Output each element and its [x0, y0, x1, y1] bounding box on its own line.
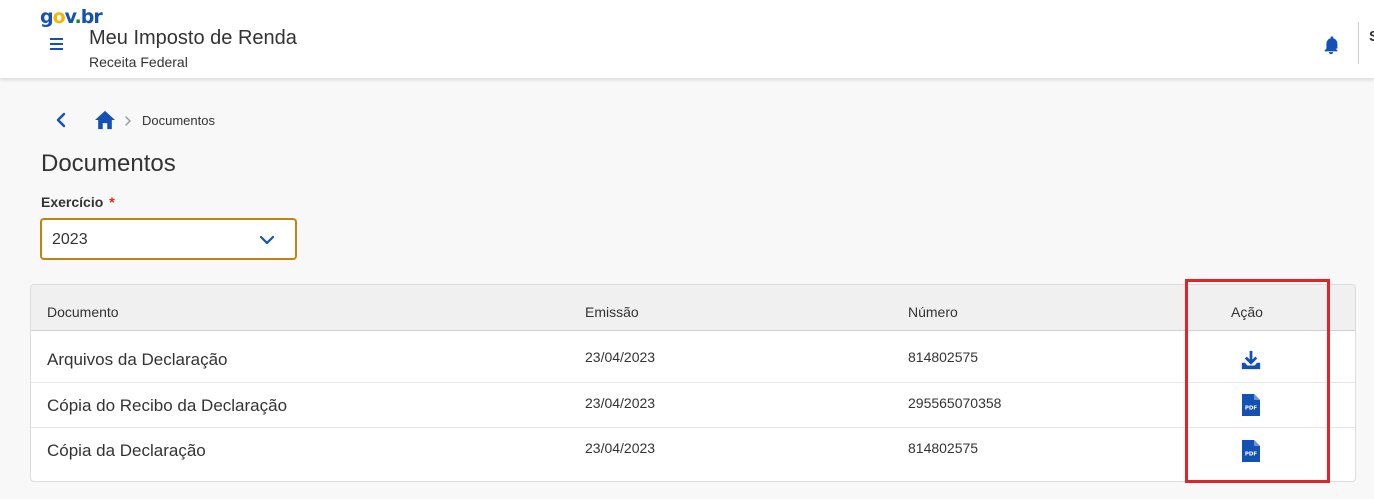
documents-table: Documento Emissão Número Ação Arquivos d… — [30, 284, 1356, 482]
logo-letters-br: br — [80, 6, 103, 28]
svg-text:PDF: PDF — [1245, 406, 1258, 412]
cell-emissao: 23/04/2023 — [585, 349, 656, 365]
govbr-logo[interactable]: gov.br — [40, 6, 103, 28]
page-title: Documentos — [41, 150, 176, 177]
cell-documento: Arquivos da Declaração — [47, 350, 228, 369]
cell-emissao: 23/04/2023 — [585, 440, 656, 456]
logo-letter-o: o — [52, 6, 66, 28]
table-row: Cópia do Recibo da Declaração 23/04/2023… — [31, 383, 1355, 428]
chevron-down-icon — [259, 232, 275, 248]
logo-letter-g: g — [40, 6, 54, 28]
cell-documento: Cópia da Declaração — [47, 441, 206, 460]
exercicio-select-value: 2023 — [52, 231, 88, 248]
download-icon[interactable] — [1239, 348, 1263, 372]
header-emissao: Emissão — [585, 304, 639, 320]
hamburger-menu-icon[interactable] — [47, 34, 67, 54]
app-title: Meu Imposto de Renda — [89, 27, 297, 49]
header-documento: Documento — [47, 304, 119, 320]
app-subtitle: Receita Federal — [89, 54, 188, 70]
chevron-left-icon[interactable] — [50, 109, 72, 131]
pdf-icon[interactable]: PDF — [1239, 393, 1263, 417]
header-divider — [1358, 22, 1359, 64]
header-acao: Ação — [1231, 304, 1263, 320]
table-header: Documento Emissão Número Ação — [31, 285, 1355, 331]
logo-letter-v: v — [64, 6, 76, 28]
breadcrumb-current: Documentos — [142, 112, 215, 128]
home-icon[interactable] — [94, 109, 116, 131]
breadcrumb: Documentos — [50, 108, 215, 132]
exercicio-select[interactable]: 2023 — [40, 218, 297, 260]
cell-documento: Cópia do Recibo da Declaração — [47, 396, 288, 415]
header-user-truncated[interactable]: S — [1369, 28, 1374, 45]
app-header: gov.br Meu Imposto de Renda Receita Fede… — [0, 0, 1374, 79]
svg-text:PDF: PDF — [1245, 452, 1258, 458]
required-mark: * — [109, 194, 115, 210]
table-row: Cópia da Declaração 23/04/2023 814802575… — [31, 428, 1355, 481]
cell-numero: 295565070358 — [908, 395, 1002, 411]
chevron-right-icon — [122, 114, 134, 126]
cell-numero: 814802575 — [908, 349, 979, 365]
pdf-icon[interactable]: PDF — [1239, 439, 1263, 463]
cell-emissao: 23/04/2023 — [585, 395, 656, 411]
header-numero: Número — [908, 304, 958, 320]
exercicio-label-text: Exercício — [41, 194, 104, 210]
table-row: Arquivos da Declaração 23/04/2023 814802… — [31, 331, 1355, 383]
bell-icon[interactable] — [1320, 34, 1342, 56]
exercicio-label: Exercício * — [41, 194, 115, 210]
cell-numero: 814802575 — [908, 440, 979, 456]
